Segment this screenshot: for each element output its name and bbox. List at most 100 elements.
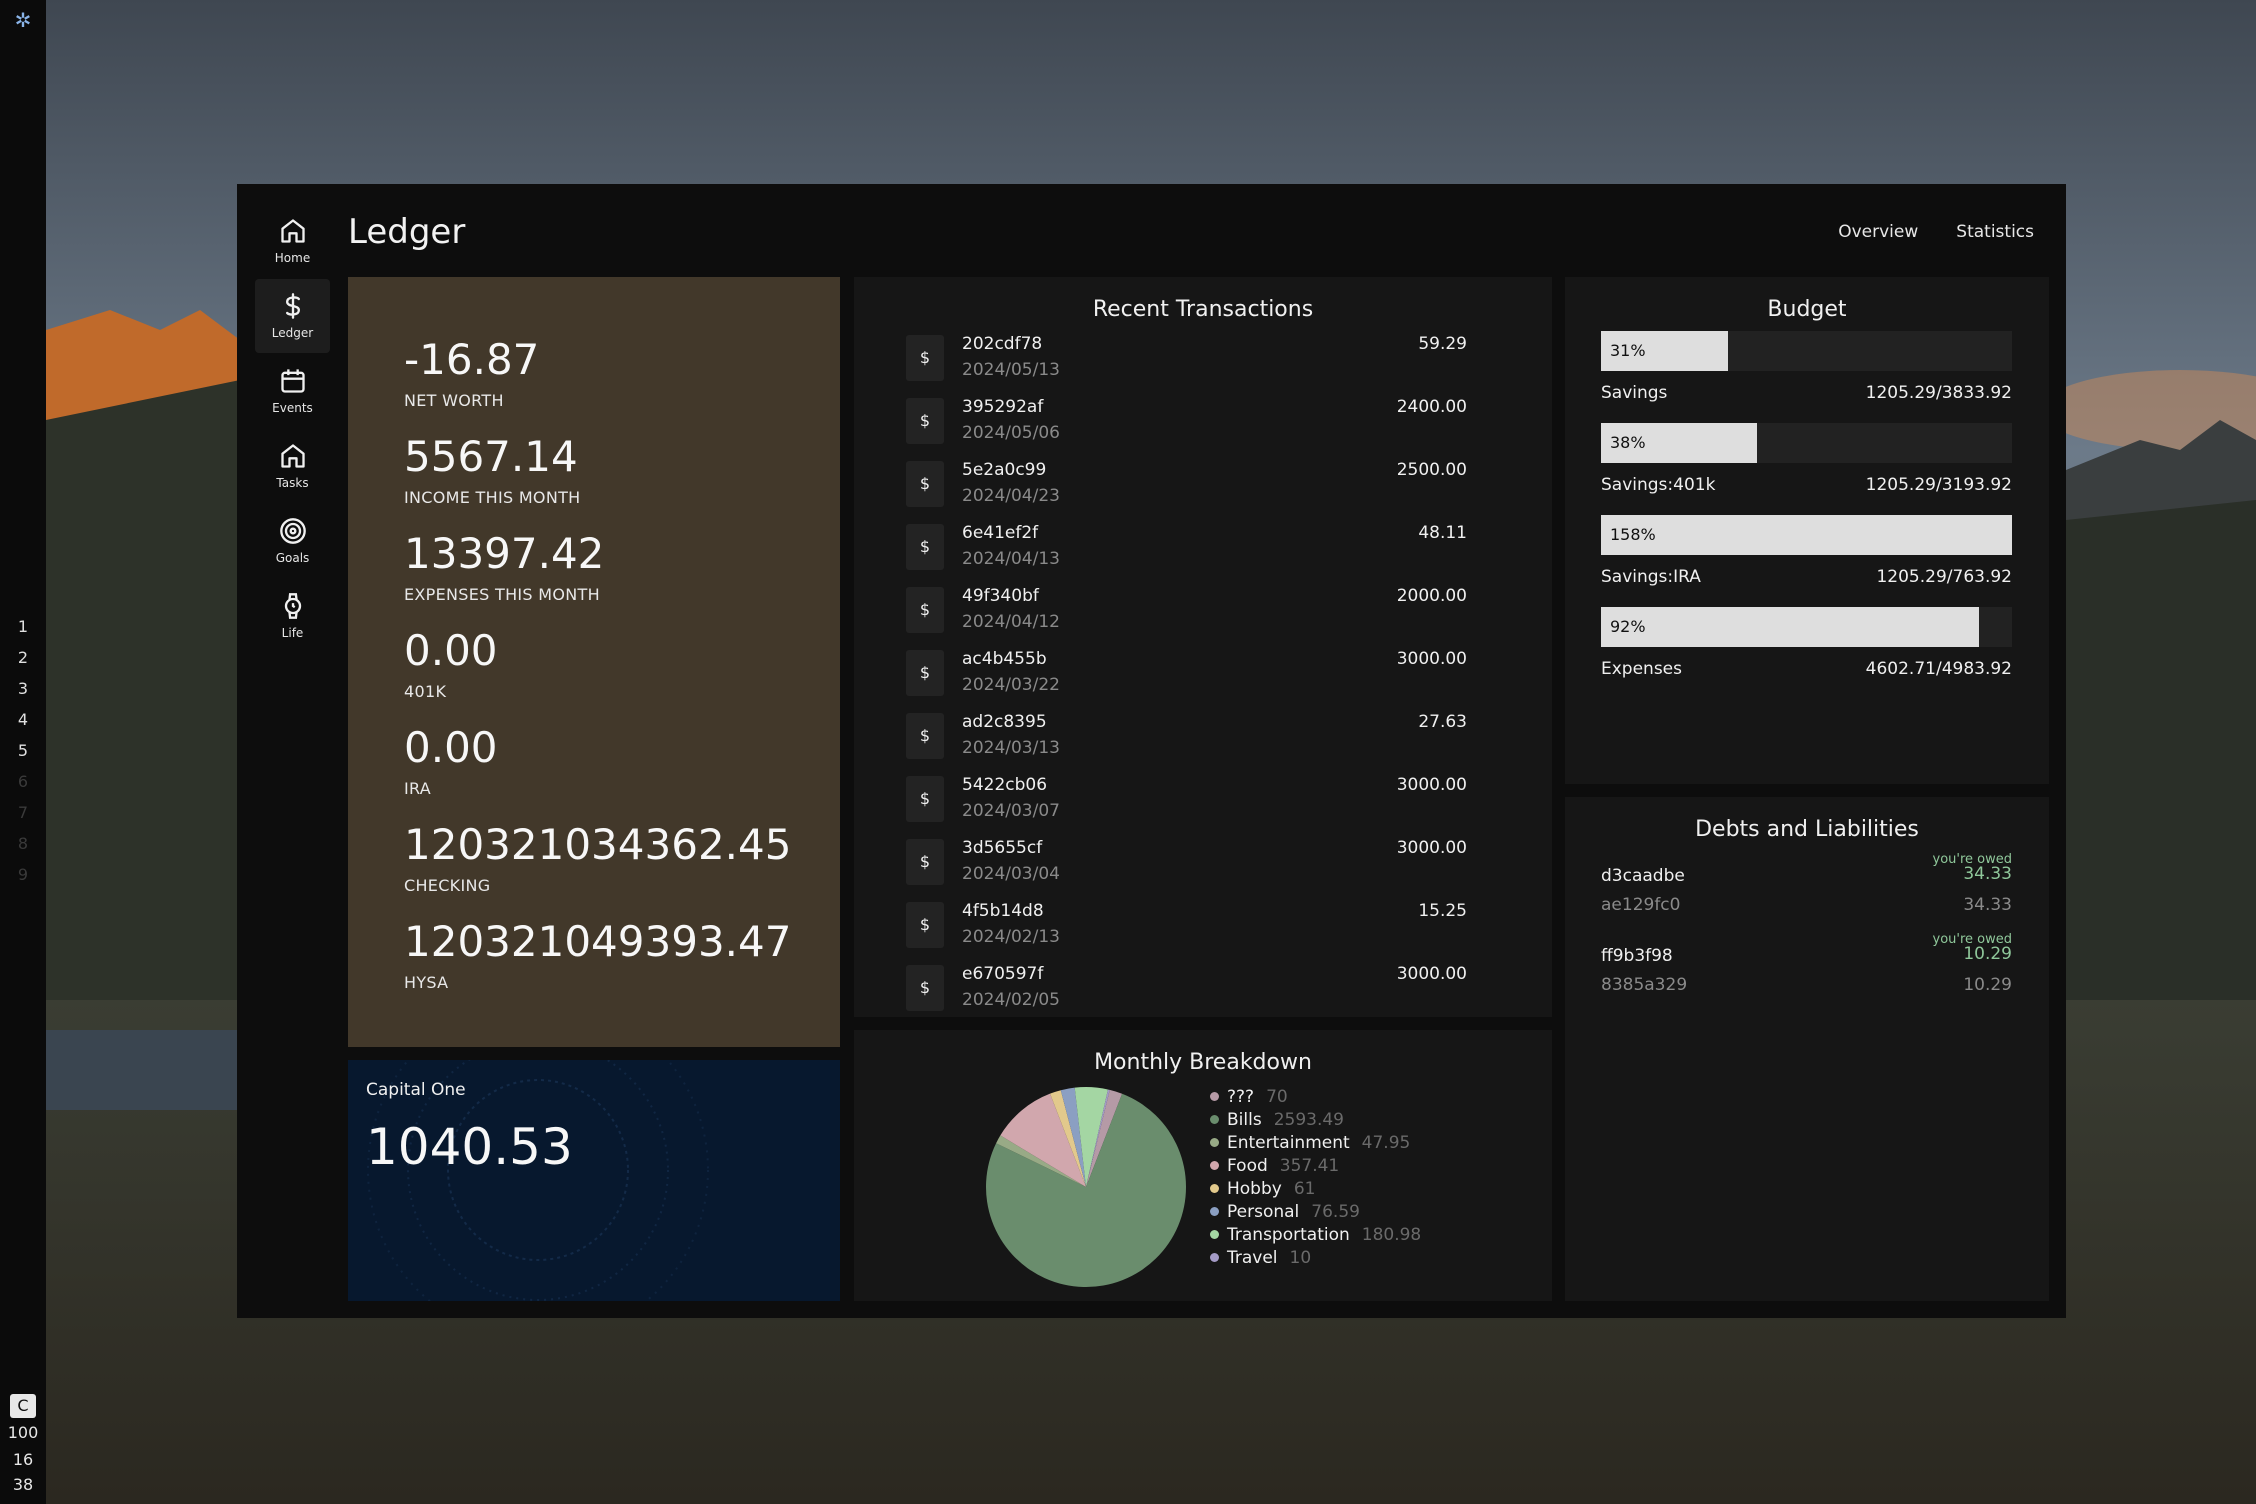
workspace-4[interactable]: 4	[0, 710, 46, 729]
statistics-link[interactable]: Statistics	[1956, 222, 2034, 242]
nav-item-goals[interactable]: Goals	[255, 504, 330, 578]
dollar-icon: $	[906, 650, 944, 696]
legend-value: 76.59	[1311, 1201, 1360, 1222]
panel-title: Budget	[1767, 297, 1847, 322]
legend-value: 47.95	[1361, 1132, 1411, 1153]
nav-label: Home	[274, 251, 311, 265]
nav-item-ledger[interactable]: Ledger	[255, 279, 330, 353]
workspace-1[interactable]: 1	[0, 617, 46, 636]
stat-label: IRA	[404, 779, 432, 798]
transaction-row[interactable]: $202cdf78 2024/05/13 59.29	[854, 326, 1552, 389]
income-stat: 5567.14 INCOME THIS MONTH	[404, 436, 581, 508]
app-sidebar-nav: Home Ledger Events Tasks Goals Life	[255, 204, 330, 654]
debt-item[interactable]: you're owed 34.33 d3caadbe ae129fc0 34.33	[1601, 852, 2012, 932]
transaction-id: ac4b455b	[962, 649, 1047, 669]
budget-progress-fill	[1601, 607, 1980, 647]
transaction-row[interactable]: $ e670597f 2024/02/05 3000.00	[854, 956, 1552, 1017]
transaction-id: 202cdf78	[962, 334, 1043, 354]
dollar-icon	[285, 293, 300, 319]
workspace-7[interactable]: 7	[0, 803, 46, 822]
legend-label: Transportation	[1227, 1224, 1350, 1245]
legend-item: Bills 2593.49	[1210, 1108, 1421, 1131]
legend-label: Bills	[1227, 1109, 1262, 1130]
workspace-2[interactable]: 2	[0, 648, 46, 667]
budget-amount: 1205.29/3833.92	[1865, 383, 2012, 403]
401k-stat: 0.00 401K	[404, 630, 498, 702]
debts-liabilities-panel: Debts and Liabilities you're owed 34.33 d3…	[1565, 797, 2049, 1301]
debt-amount: 10.29	[1963, 944, 2012, 964]
nav-item-life[interactable]: Life	[255, 579, 330, 653]
legend-swatch	[1210, 1138, 1219, 1147]
checking-stat: 120321034362.45 CHECKING	[404, 824, 791, 896]
workspace-5[interactable]: 5	[0, 741, 46, 760]
transaction-row[interactable]: $3d5655cf 2024/03/04 3000.00	[854, 830, 1552, 893]
transaction-row[interactable]: $4f5b14d8 2024/02/13 15.25	[854, 893, 1552, 956]
page-title: Ledger	[348, 212, 466, 252]
workspace-6[interactable]: 6	[0, 772, 46, 791]
legend-swatch	[1210, 1161, 1219, 1170]
layout-indicator[interactable]: C	[10, 1394, 36, 1418]
budget-category: Savings:401k	[1601, 475, 1716, 495]
budget-progress-fill	[1601, 515, 2012, 555]
budget-item: 38% Savings:401k 1205.29/3193.92	[1601, 423, 2012, 495]
transaction-date: 2024/05/06	[962, 423, 1060, 443]
transaction-row[interactable]: $5422cb06 2024/03/07 3000.00	[854, 767, 1552, 830]
workspace-9[interactable]: 9	[0, 865, 46, 884]
transaction-date: 2024/02/05	[962, 990, 1060, 1010]
transaction-row[interactable]: $5e2a0c99 2024/04/23 2500.00	[854, 452, 1552, 515]
transaction-amount: 3000.00	[1396, 964, 1467, 984]
panel-title: Monthly Breakdown	[1094, 1050, 1312, 1075]
nav-item-tasks[interactable]: Tasks	[255, 429, 330, 503]
transaction-row[interactable]: $ ad2c8395 2024/03/13 27.63	[854, 704, 1552, 767]
legend-value: 180.98	[1361, 1224, 1422, 1245]
transaction-id: 3d5655cf	[962, 838, 1043, 858]
nav-label: Ledger	[271, 326, 314, 340]
budget-percent: 38%	[1610, 433, 1646, 452]
legend-swatch	[1210, 1115, 1219, 1124]
panel-title: Debts and Liabilities	[1695, 817, 1919, 842]
system-logo-icon[interactable]: ✲	[11, 8, 35, 32]
workspace-3[interactable]: 3	[0, 679, 46, 698]
budget-panel: Budget 31% Savings 1205.29/3833.92 38% Savin…	[1565, 277, 2049, 784]
transaction-amount: 3000.00	[1396, 775, 1467, 795]
transaction-date: 2024/04/12	[962, 612, 1060, 632]
budget-percent: 158%	[1610, 525, 1656, 544]
dollar-icon: $	[906, 902, 944, 948]
battery-level: 100	[7, 1423, 39, 1442]
transaction-id: 395292af	[962, 397, 1044, 417]
net-worth-stat: -16.87 NET WORTH	[404, 339, 539, 411]
transaction-date: 2024/03/22	[962, 675, 1060, 695]
transaction-row[interactable]: $395292af 2024/05/06 2400.00	[854, 389, 1552, 452]
ira-stat: 0.00 IRA	[404, 723, 498, 799]
transaction-row[interactable]: $49f340bf 2024/04/12 2000.00	[854, 578, 1552, 641]
budget-progress-bar: 38%	[1601, 423, 2012, 463]
debt-item[interactable]: you're owed 10.29 ff9b3f98 8385a329 10.29	[1601, 932, 2012, 1012]
dollar-icon: $	[906, 965, 944, 1011]
monthly-breakdown-panel: Monthly Breakdown ??? 70 Bills 2593.49 Enter…	[854, 1030, 1552, 1301]
transaction-id: ad2c8395	[962, 712, 1047, 732]
legend-value: 70	[1266, 1086, 1288, 1107]
recent-transactions-panel: Recent Transactions $202cdf78 2024/05/13 5…	[854, 277, 1552, 1017]
workspace-8[interactable]: 8	[0, 834, 46, 853]
legend-swatch	[1210, 1253, 1219, 1262]
legend-swatch	[1210, 1207, 1219, 1216]
transaction-amount: 27.63	[1418, 712, 1467, 732]
debt-name: ff9b3f98	[1601, 946, 1673, 966]
stat-value: 0.00	[404, 723, 498, 772]
overview-link[interactable]: Overview	[1838, 222, 1918, 242]
transaction-amount: 3000.00	[1396, 838, 1467, 858]
credit-card-widget[interactable]: Capital One 1040.53	[348, 1060, 840, 1301]
budget-item: 31% Savings 1205.29/3833.92	[1601, 331, 2012, 403]
nav-item-home[interactable]: Home	[255, 204, 330, 278]
calendar-icon	[280, 369, 305, 393]
system-sidebar: ✲ 1 2 3 4 5 6 7 8 9 C 100 16 38	[0, 0, 46, 1504]
legend-item: Hobby 61	[1210, 1177, 1421, 1200]
transaction-amount: 3000.00	[1396, 649, 1467, 669]
budget-category: Savings	[1601, 383, 1668, 403]
stat-label: 401K	[404, 682, 447, 701]
legend-label: Travel	[1227, 1247, 1278, 1268]
transaction-row[interactable]: $6e41ef2f 2024/04/13 48.11	[854, 515, 1552, 578]
nav-item-events[interactable]: Events	[255, 354, 330, 428]
transaction-row[interactable]: $ ac4b455b 2024/03/22 3000.00	[854, 641, 1552, 704]
budget-progress-bar: 158%	[1601, 515, 2012, 555]
